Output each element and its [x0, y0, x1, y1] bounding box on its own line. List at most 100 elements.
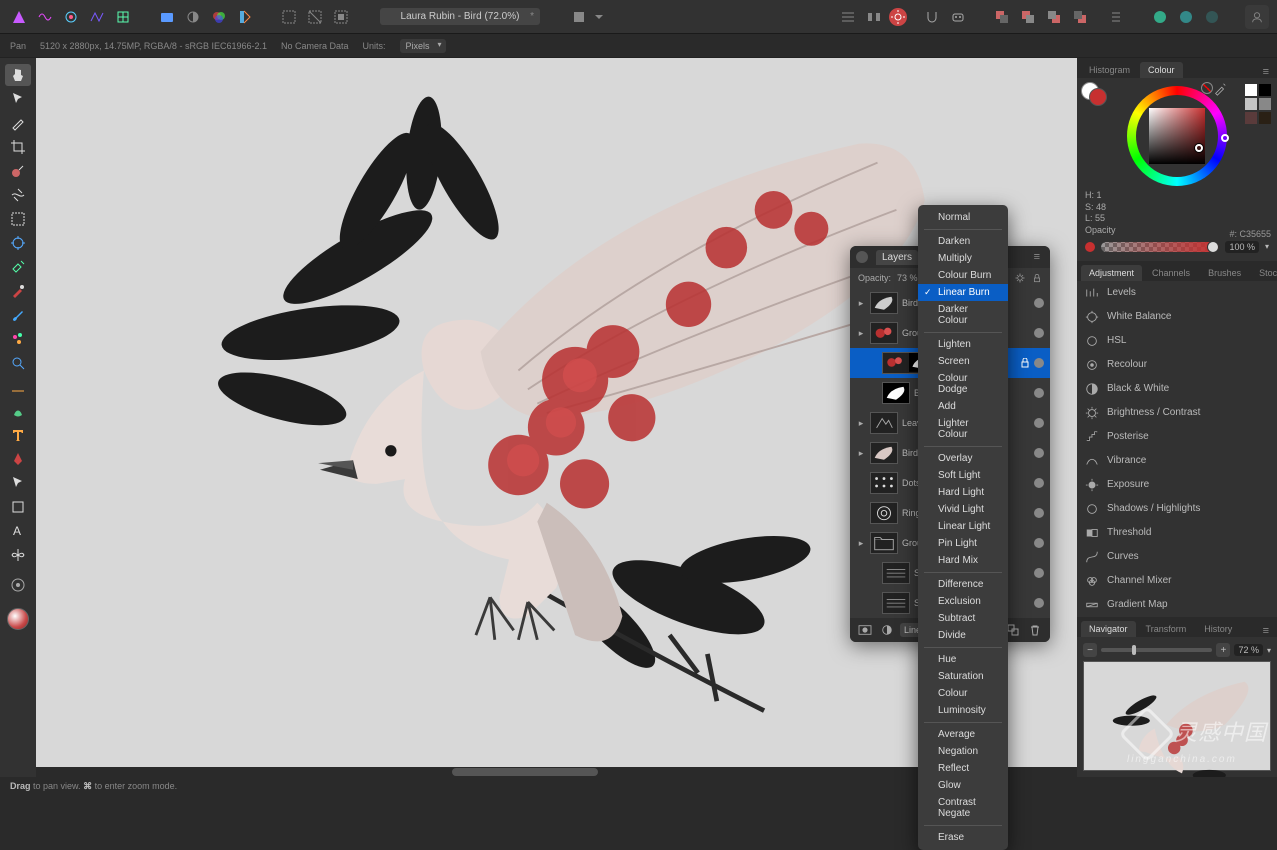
- tab-channels[interactable]: Channels: [1144, 265, 1198, 281]
- view-mode-icon[interactable]: [568, 6, 590, 28]
- adjustment-recolour[interactable]: Recolour: [1077, 353, 1277, 377]
- layer-expand-icon[interactable]: ▸: [856, 418, 866, 429]
- colour-well-primary[interactable]: [1089, 88, 1107, 106]
- adjustment-exposure[interactable]: Exposure: [1077, 473, 1277, 497]
- adjustment-threshold[interactable]: Threshold: [1077, 521, 1277, 545]
- adjustment-white-balance[interactable]: White Balance: [1077, 305, 1277, 329]
- opacity-dropdown-icon[interactable]: ▾: [1265, 242, 1269, 251]
- adjustment-curves[interactable]: Curves: [1077, 545, 1277, 569]
- gradient-tool[interactable]: [5, 376, 31, 398]
- healing-brush-tool[interactable]: [5, 256, 31, 278]
- blend-mode-vivid-light[interactable]: Vivid Light: [918, 501, 1008, 518]
- add-layer-dark-icon[interactable]: [1201, 6, 1223, 28]
- hex-value[interactable]: C35655: [1239, 229, 1271, 239]
- color-picker-tool[interactable]: [5, 280, 31, 302]
- blend-mode-darken[interactable]: Darken: [918, 233, 1008, 250]
- units-select[interactable]: Pixels: [400, 39, 446, 53]
- blend-mode-subtract[interactable]: Subtract: [918, 610, 1008, 627]
- swatches-icon[interactable]: [234, 6, 256, 28]
- layer-expand-icon[interactable]: ▸: [856, 298, 866, 309]
- blend-mode-linear-burn[interactable]: Linear Burn: [918, 284, 1008, 301]
- effects-brush-tool[interactable]: [5, 328, 31, 350]
- layer-visibility-toggle[interactable]: [1034, 568, 1044, 578]
- layer-visibility-toggle[interactable]: [1034, 358, 1044, 368]
- shape-tool[interactable]: [5, 496, 31, 518]
- swatch[interactable]: [1245, 98, 1257, 110]
- colour-panel-menu-icon[interactable]: ≡: [1259, 66, 1273, 78]
- app-logo-icon[interactable]: [8, 6, 30, 28]
- layer-expand-icon[interactable]: ▸: [856, 448, 866, 459]
- adjustment-black-white[interactable]: Black & White: [1077, 377, 1277, 401]
- tab-colour[interactable]: Colour: [1140, 62, 1183, 78]
- clone-tool[interactable]: [5, 184, 31, 206]
- mesh-tool[interactable]: [5, 544, 31, 566]
- foreground-color-swatch[interactable]: [7, 608, 29, 630]
- blend-mode-colour-burn[interactable]: Colour Burn: [918, 267, 1008, 284]
- adjustment-levels[interactable]: Levels: [1077, 281, 1277, 305]
- pen-tool[interactable]: [5, 448, 31, 470]
- layer-visibility-toggle[interactable]: [1034, 418, 1044, 428]
- gear-icon[interactable]: [1014, 272, 1026, 284]
- persona-export-icon[interactable]: [112, 6, 134, 28]
- blend-mode-difference[interactable]: Difference: [918, 576, 1008, 593]
- blend-mode-linear-light[interactable]: Linear Light: [918, 518, 1008, 535]
- blend-mode-glow[interactable]: Glow: [918, 777, 1008, 794]
- selection-none-icon[interactable]: [304, 6, 326, 28]
- brush-tool[interactable]: [5, 112, 31, 134]
- add-layer-green-icon[interactable]: [1149, 6, 1171, 28]
- tab-transform[interactable]: Transform: [1138, 621, 1195, 637]
- persona-liquify-icon[interactable]: [34, 6, 56, 28]
- layer-visibility-toggle[interactable]: [1034, 298, 1044, 308]
- tab-stock[interactable]: Stock: [1251, 265, 1277, 281]
- lock-icon[interactable]: [1032, 273, 1042, 283]
- blend-mode-lighter-colour[interactable]: Lighter Colour: [918, 415, 1008, 443]
- swatch[interactable]: [1245, 112, 1257, 124]
- open-file-icon[interactable]: [156, 6, 178, 28]
- crop-tool[interactable]: [5, 136, 31, 158]
- adjustment-channel-mixer[interactable]: Channel Mixer: [1077, 569, 1277, 593]
- arrange-front-icon[interactable]: [1069, 6, 1091, 28]
- blend-mode-darker-colour[interactable]: Darker Colour: [918, 301, 1008, 329]
- order-list-icon[interactable]: [1105, 6, 1127, 28]
- blend-mode-lighten[interactable]: Lighten: [918, 336, 1008, 353]
- arrange-forward-icon[interactable]: [1043, 6, 1065, 28]
- layer-visibility-toggle[interactable]: [1034, 388, 1044, 398]
- paintbrush-tool[interactable]: [5, 304, 31, 326]
- adjustment-posterise[interactable]: Posterise: [1077, 425, 1277, 449]
- selection-invert-icon[interactable]: [330, 6, 352, 28]
- opacity-slider[interactable]: [1101, 242, 1219, 252]
- layer-expand-icon[interactable]: ▸: [856, 538, 866, 549]
- tab-history[interactable]: History: [1196, 621, 1240, 637]
- blend-mode-pin-light[interactable]: Pin Light: [918, 535, 1008, 552]
- tab-adjustment[interactable]: Adjustment: [1081, 265, 1142, 281]
- target-tool[interactable]: [5, 574, 31, 596]
- nav-panel-menu-icon[interactable]: ≡: [1259, 625, 1273, 637]
- flood-select-tool[interactable]: [5, 232, 31, 254]
- layer-visibility-toggle[interactable]: [1034, 538, 1044, 548]
- adjustment-brightness-contrast[interactable]: Brightness / Contrast: [1077, 401, 1277, 425]
- blend-mode-divide[interactable]: Divide: [918, 627, 1008, 644]
- layer-visibility-toggle[interactable]: [1034, 448, 1044, 458]
- layer-visibility-toggle[interactable]: [1034, 478, 1044, 488]
- move-tool[interactable]: [5, 88, 31, 110]
- mask-layer-button[interactable]: [856, 622, 874, 638]
- opacity-value[interactable]: 100 %: [1225, 241, 1259, 253]
- layers-panel-menu-icon[interactable]: ≡: [1030, 251, 1044, 263]
- view-dropdown-icon[interactable]: [594, 6, 604, 28]
- zoom-in-button[interactable]: +: [1216, 643, 1230, 657]
- text-tool[interactable]: [5, 424, 31, 446]
- zoom-slider[interactable]: [1101, 648, 1212, 652]
- art-text-tool[interactable]: A: [5, 520, 31, 542]
- tab-navigator[interactable]: Navigator: [1081, 621, 1136, 637]
- navigator-preview[interactable]: [1083, 661, 1271, 771]
- smudge-tool[interactable]: [5, 400, 31, 422]
- selection-all-icon[interactable]: [278, 6, 300, 28]
- blend-mode-reflect[interactable]: Reflect: [918, 760, 1008, 777]
- zoom-out-button[interactable]: −: [1083, 643, 1097, 657]
- colour-lens-icon[interactable]: [208, 6, 230, 28]
- record-icon[interactable]: [889, 8, 907, 26]
- arrange-align-icon[interactable]: [837, 6, 859, 28]
- adjustment-vibrance[interactable]: Vibrance: [1077, 449, 1277, 473]
- blend-mode-contrast-negate[interactable]: Contrast Negate: [918, 794, 1008, 822]
- zoom-value[interactable]: 72 %: [1234, 644, 1263, 656]
